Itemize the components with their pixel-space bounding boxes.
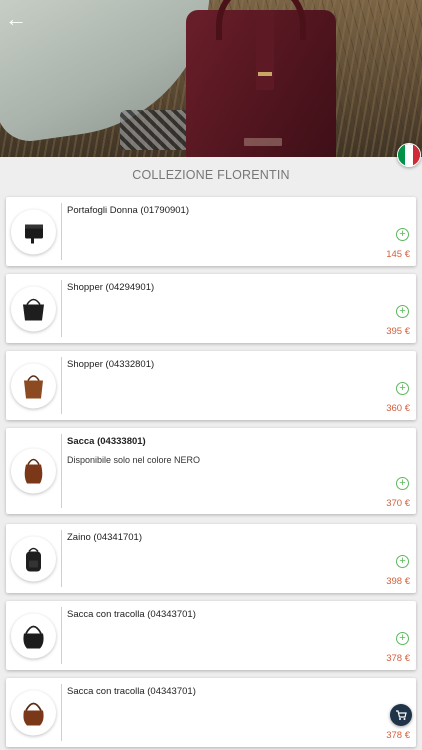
add-to-cart-icon[interactable]: +	[396, 632, 409, 645]
product-card[interactable]: Sacca con tracolla (04343701) 378 €	[6, 678, 416, 747]
brown-bucket-bag-icon	[11, 448, 56, 494]
product-price: 145 €	[386, 249, 410, 260]
product-price: 370 €	[386, 498, 410, 509]
add-to-cart-icon[interactable]: +	[396, 382, 409, 395]
brown-hobo-bag-icon	[11, 690, 56, 735]
shopping-cart-icon[interactable]	[390, 704, 412, 726]
hero-bag	[186, 0, 336, 157]
black-hobo-bag-icon	[11, 613, 56, 658]
product-card[interactable]: Sacca (04333801) Disponibile solo nel co…	[6, 428, 416, 514]
product-price: 378 €	[386, 730, 410, 741]
product-price: 398 €	[386, 576, 410, 587]
product-name: Shopper (04332801)	[67, 359, 155, 370]
product-price: 395 €	[386, 326, 410, 337]
product-name: Sacca (04333801)	[67, 436, 146, 447]
black-backpack-icon	[11, 536, 56, 581]
product-card[interactable]: Shopper (04294901) + 395 €	[6, 274, 416, 343]
add-to-cart-icon[interactable]: +	[396, 555, 409, 568]
hero-image	[0, 0, 422, 157]
wallet-icon	[11, 209, 56, 254]
product-card[interactable]: Sacca con tracolla (04343701) + 378 €	[6, 601, 416, 670]
add-to-cart-icon[interactable]: +	[396, 477, 409, 490]
brown-shopper-bag-icon	[11, 363, 56, 408]
product-card[interactable]: Portafogli Donna (01790901) + 145 €	[6, 197, 416, 266]
product-name: Zaino (04341701)	[67, 532, 142, 543]
product-price: 360 €	[386, 403, 410, 414]
italy-flag-icon[interactable]	[397, 143, 421, 167]
back-arrow-icon[interactable]: ←	[4, 8, 28, 32]
add-to-cart-icon[interactable]: +	[396, 305, 409, 318]
product-card[interactable]: Shopper (04332801) + 360 €	[6, 351, 416, 420]
collection-title: COLLEZIONE FLORENTIN	[132, 168, 290, 182]
black-shopper-bag-icon	[11, 286, 56, 331]
product-name: Portafogli Donna (01790901)	[67, 205, 190, 216]
product-price: 378 €	[386, 653, 410, 664]
product-name: Sacca con tracolla (04343701)	[67, 686, 196, 697]
product-name: Shopper (04294901)	[67, 282, 155, 293]
product-name: Sacca con tracolla (04343701)	[67, 609, 196, 620]
add-to-cart-icon[interactable]: +	[396, 228, 409, 241]
product-availability-note: Disponibile solo nel colore NERO	[67, 455, 201, 465]
product-card[interactable]: Zaino (04341701) + 398 €	[6, 524, 416, 593]
